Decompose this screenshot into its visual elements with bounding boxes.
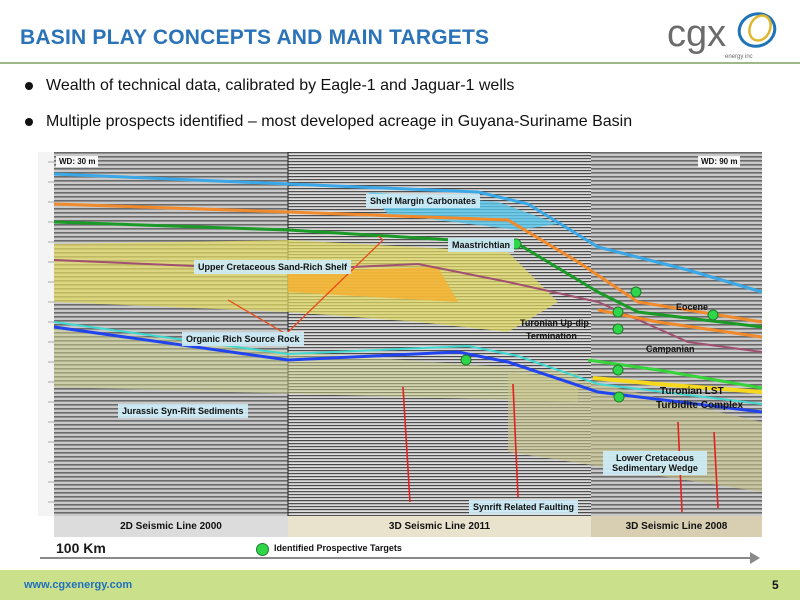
bullet-dot-icon (25, 82, 33, 90)
synrift-faulting-label: Synrift Related Faulting (469, 500, 579, 514)
page-number: 5 (772, 578, 779, 592)
target-legend-label: Identified Prospective Targets (274, 543, 402, 553)
bullet-item: Multiple prospects identified – most dev… (22, 104, 782, 140)
upper-cretaceous-label: Upper Cretaceous Sand-Rich Shelf (194, 260, 352, 274)
termination-label: Termination (526, 331, 577, 341)
bullet-text: Wealth of technical data, calibrated by … (46, 77, 515, 94)
turonian-lst-label: Turonian LST (660, 386, 724, 397)
sedimentary-wedge-text: Sedimentary Wedge (612, 463, 698, 473)
bullet-text: Multiple prospects identified – most dev… (46, 113, 633, 130)
scale-arrow-line (40, 557, 752, 559)
water-depth-left-label: WD: 30 m (56, 156, 99, 167)
footer-website-link[interactable]: www.cgxenergy.com (24, 579, 132, 591)
eocene-label: Eocene (676, 302, 709, 312)
organic-rich-source-rock-label: Organic Rich Source Rock (182, 332, 304, 346)
footer-bar: www.cgxenergy.com 5 (0, 570, 800, 600)
bullet-item: Wealth of technical data, calibrated by … (22, 68, 782, 104)
seismic-line-2008-label: 3D Seismic Line 2008 (591, 516, 762, 537)
shelf-margin-carbonates-label: Shelf Margin Carbonates (366, 194, 481, 208)
seismic-line-2000-label: 2D Seismic Line 2000 (54, 516, 288, 537)
page-title: BASIN PLAY CONCEPTS AND MAIN TARGETS (20, 26, 490, 49)
bullet-list: Wealth of technical data, calibrated by … (22, 68, 782, 140)
seismic-line-2011-label: 3D Seismic Line 2011 (288, 516, 591, 537)
svg-text:energy inc: energy inc (725, 54, 753, 60)
maastrichtian-label: Maastrichtian (448, 238, 515, 252)
water-depth-right-label: WD: 90 m (698, 156, 741, 167)
title-divider (0, 62, 800, 64)
target-legend-icon (256, 543, 269, 556)
lower-cretaceous-text: Lower Cretaceous (615, 453, 695, 463)
campanian-label: Campanian (646, 344, 695, 354)
turonian-updip-label: Turonian Up-dip (520, 318, 589, 328)
company-logo: cgx energy inc (667, 12, 777, 60)
jurassic-syn-rift-label: Jurassic Syn-Rift Sediments (118, 404, 248, 418)
scale-label: 100 Km (56, 540, 106, 556)
bullet-dot-icon (25, 118, 33, 126)
scale-arrow-icon (750, 552, 760, 564)
lower-cretaceous-wedge-label: Lower Cretaceous Sedimentary Wedge (603, 451, 707, 475)
turbidite-complex-label: Turbidite Complex (656, 400, 744, 411)
svg-text:cgx: cgx (667, 13, 726, 55)
